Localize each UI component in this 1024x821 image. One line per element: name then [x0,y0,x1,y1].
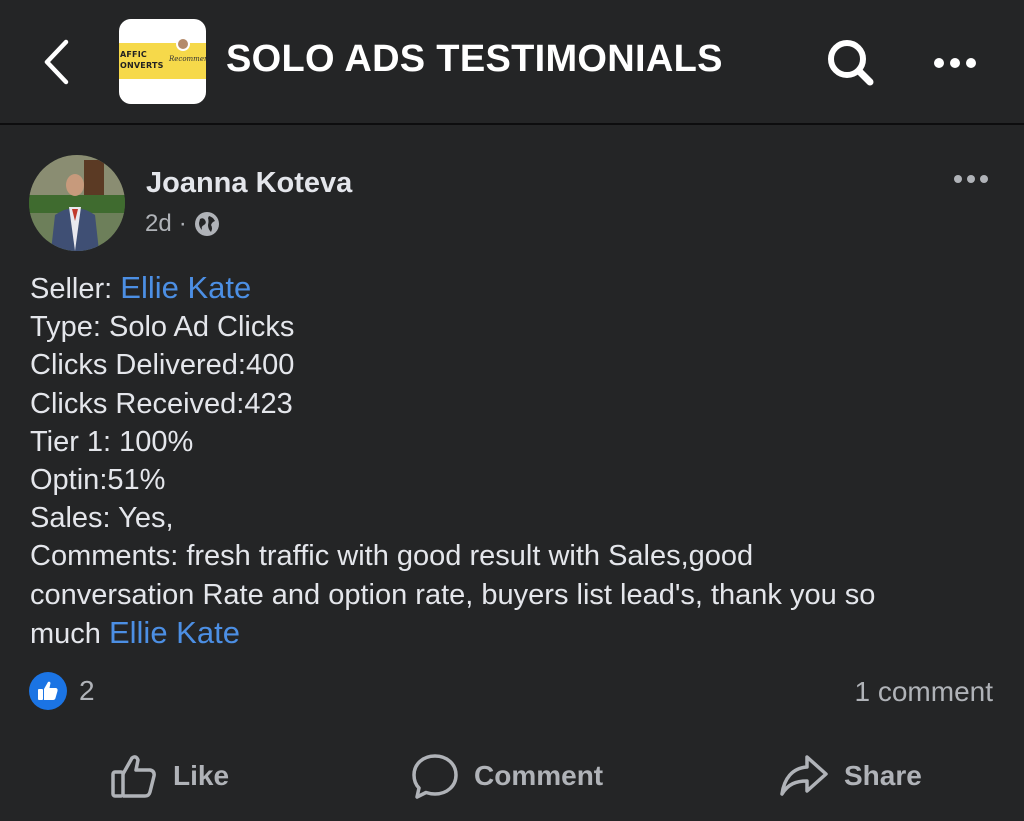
app-header: AFFIC ONVERTS Recommended SOLO ADS TESTI… [0,0,1024,125]
comment-button[interactable]: Comment [411,748,603,804]
group-thumbnail[interactable]: AFFIC ONVERTS Recommended [119,19,206,104]
post-line-comments-3: much Ellie Kate [30,614,1000,653]
post-line-comments-2: conversation Rate and option rate, buyer… [30,578,876,611]
reaction-count: 2 [79,675,95,706]
more-dot-icon [954,175,962,183]
like-label: Like [173,760,230,791]
author-name[interactable]: Joanna Koteva [146,167,352,200]
comment-count-link[interactable]: 1 comment [855,676,994,708]
post-more-button[interactable] [945,166,997,192]
header-more-button[interactable] [925,48,985,78]
thumbnail-script-text: Recommended [169,55,206,63]
seller-label: Seller: [30,273,121,305]
post-line-type: Type: Solo Ad Clicks [30,311,295,344]
post-line-sales: Sales: Yes, [30,502,174,535]
post-line-comments-1: Comments: fresh traffic with good result… [30,540,754,573]
post-body: Seller: Ellie Kate Type: Solo Ad Clicks … [30,269,1000,653]
seller-mention-link[interactable]: Ellie Kate [120,270,251,305]
post-line-optin: Optin:51% [30,464,166,497]
share-button[interactable]: Share [779,748,922,804]
thumbnail-text-line1: AFFIC [120,50,147,59]
share-label: Share [844,760,922,791]
meta-separator: · [178,210,187,237]
more-dot-icon [967,175,975,183]
search-button[interactable] [822,36,880,90]
post-line-seller: Seller: Ellie Kate [30,269,1000,308]
closing-mention-link[interactable]: Ellie Kate [109,615,240,650]
thumbnail-portrait [176,37,190,51]
back-button[interactable] [36,38,76,86]
comment-bubble-icon [412,754,458,799]
post-line-tier: Tier 1: 100% [30,425,194,458]
closing-text: much [30,617,109,650]
post-meta: 2d · [145,210,220,238]
search-icon [828,40,874,86]
globe-icon[interactable] [194,211,220,237]
chevron-left-icon [44,39,69,85]
reactions-summary[interactable]: 2 [29,672,95,710]
like-reaction-icon [29,672,67,710]
post-line-clicks-received: Clicks Received:423 [30,387,293,420]
group-title[interactable]: SOLO ADS TESTIMONIALS [226,38,723,81]
more-dot-icon [934,58,944,68]
thumbs-up-outline-icon [111,755,156,798]
more-dot-icon [966,58,976,68]
like-button[interactable]: Like [110,748,229,804]
post-line-clicks-delivered: Clicks Delivered:400 [30,349,295,382]
more-dot-icon [980,175,988,183]
more-dot-icon [950,58,960,68]
thumbs-up-icon [38,681,58,700]
avatar-photo [29,155,125,251]
post-time[interactable]: 2d [145,210,172,238]
share-arrow-icon [780,755,828,796]
thumbnail-text-line2: ONVERTS [120,61,164,70]
comment-label: Comment [474,760,604,791]
author-avatar[interactable] [29,155,125,251]
